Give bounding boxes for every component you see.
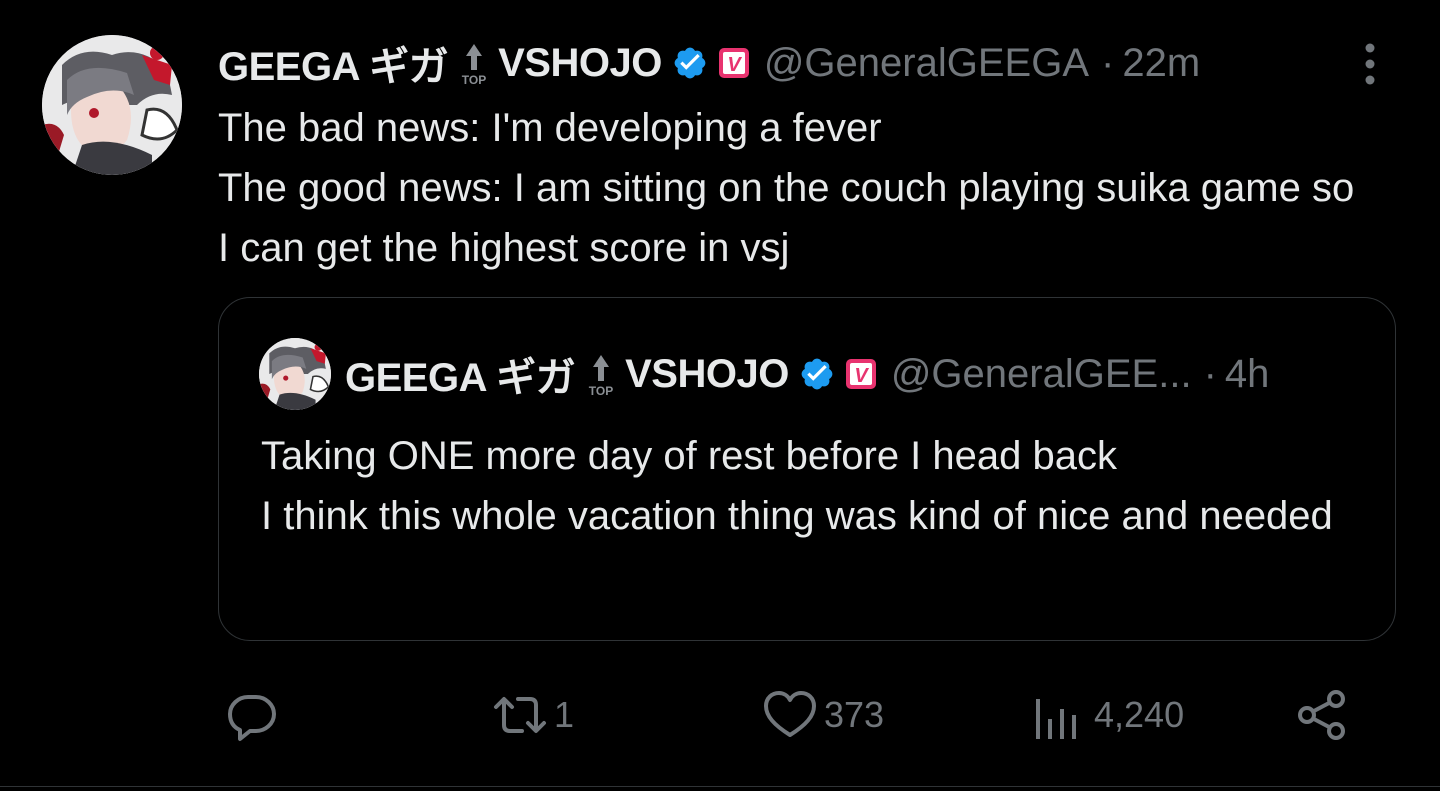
quoted-author-avatar[interactable] — [259, 338, 331, 410]
quoted-tweet-text-line: Taking ONE more day of rest before I hea… — [261, 434, 1117, 478]
quoted-tweet-text: Taking ONE more day of rest before I hea… — [261, 426, 1371, 546]
author-handle[interactable]: @GeneralGEEGA — [764, 41, 1089, 86]
author-avatar[interactable] — [42, 35, 182, 175]
verified-badge-icon[interactable] — [672, 45, 708, 81]
top-badge-label: TOP — [589, 384, 613, 398]
quoted-post-time[interactable]: 4h — [1225, 352, 1270, 397]
tweet-text: The bad news: I'm developing a fever The… — [218, 98, 1368, 278]
quoted-tweet-header: GEEGA ギガ TOP VSHOJO V @GeneralGEE... · 4… — [345, 345, 1270, 403]
vbadge-letter: V — [854, 365, 869, 387]
like-button[interactable]: 373 — [760, 680, 884, 750]
quoted-tweet-card[interactable]: GEEGA ギガ TOP VSHOJO V @GeneralGEE... · 4… — [218, 297, 1396, 641]
avatar-image — [42, 35, 182, 175]
vshojo-affiliate-badge-icon[interactable]: V — [845, 358, 877, 390]
views-chart-icon — [1030, 685, 1090, 745]
quoted-tweet-text-line: I think this whole vacation thing was ki… — [261, 494, 1333, 538]
author-display-name[interactable]: GEEGA ギガ — [218, 34, 449, 92]
tweet-text-line: The bad news: I'm developing a fever — [218, 106, 882, 150]
avatar-image — [259, 338, 331, 410]
vbadge-letter: V — [727, 54, 742, 76]
like-count: 373 — [824, 694, 885, 735]
time-separator: · — [1203, 351, 1217, 396]
top-arrow-icon: TOP — [583, 349, 619, 399]
retweet-icon — [490, 685, 550, 745]
quoted-author-handle[interactable]: @GeneralGEE... — [891, 352, 1192, 397]
verified-badge-icon[interactable] — [799, 356, 835, 392]
tweet-action-bar: 1 373 4,240 — [0, 680, 1440, 750]
time-separator: · — [1101, 40, 1115, 85]
tweet-header: GEEGA ギガ TOP VSHOJO V @GeneralGEEGA · 22… — [218, 38, 1200, 90]
top-arrow-icon: TOP — [456, 38, 492, 88]
quoted-author-org-name[interactable]: VSHOJO — [625, 352, 789, 397]
reply-button[interactable] — [222, 680, 286, 750]
more-options-icon[interactable] — [1350, 40, 1390, 88]
author-org-name[interactable]: VSHOJO — [498, 41, 662, 86]
reply-icon — [222, 685, 282, 745]
retweet-count: 1 — [554, 694, 575, 735]
share-icon — [1292, 685, 1352, 745]
post-time[interactable]: 22m — [1122, 41, 1200, 86]
top-badge-label: TOP — [462, 73, 486, 87]
divider — [0, 786, 1440, 787]
tweet-text-line: The good news: I am sitting on the couch… — [218, 166, 1355, 270]
vshojo-affiliate-badge-icon[interactable]: V — [718, 47, 750, 79]
views-count: 4,240 — [1094, 694, 1185, 735]
heart-icon — [760, 685, 820, 745]
share-button[interactable] — [1292, 680, 1356, 750]
quoted-author-display-name[interactable]: GEEGA ギガ — [345, 345, 576, 403]
retweet-button[interactable]: 1 — [490, 680, 574, 750]
views-button[interactable]: 4,240 — [1030, 680, 1184, 750]
